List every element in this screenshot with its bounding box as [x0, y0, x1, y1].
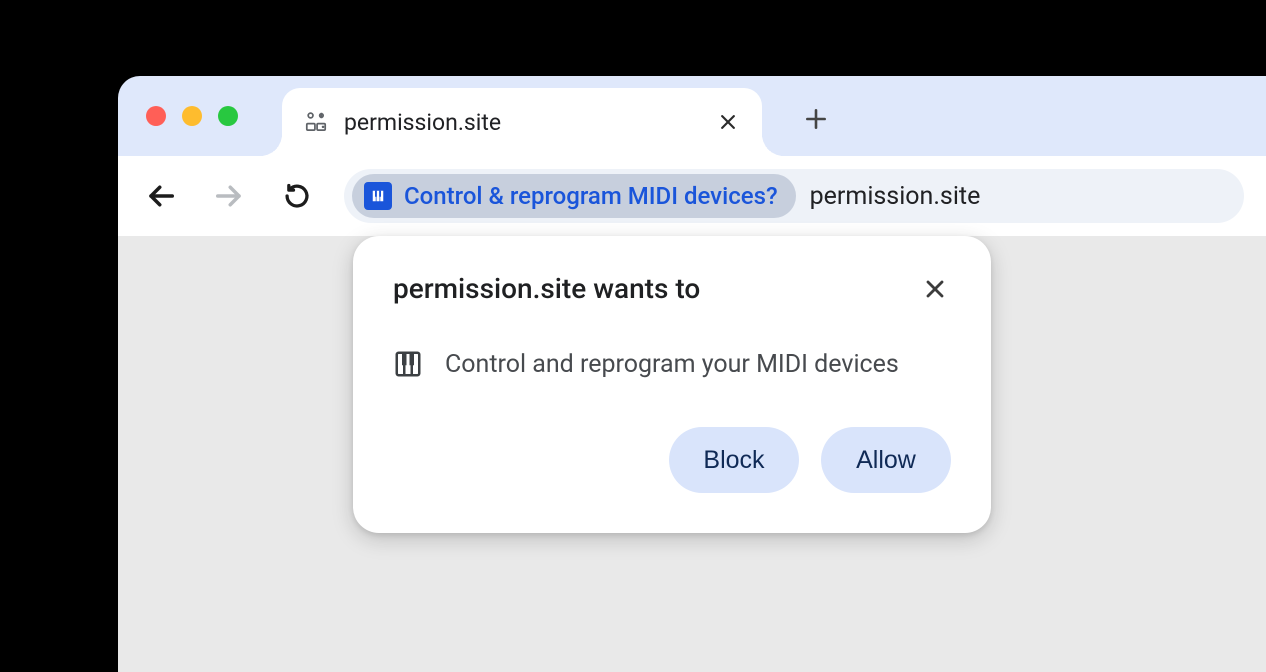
permission-prompt-title: permission.site wants to	[393, 272, 700, 305]
block-button[interactable]: Block	[669, 427, 799, 493]
new-tab-button[interactable]	[792, 95, 840, 143]
tab-title: permission.site	[344, 109, 714, 136]
address-bar[interactable]: Control & reprogram MIDI devices? permis…	[344, 169, 1244, 223]
reload-button[interactable]	[276, 175, 318, 217]
permission-row: Control and reprogram your MIDI devices	[393, 349, 951, 379]
browser-tab[interactable]: permission.site	[282, 88, 762, 156]
permissions-favicon-icon	[302, 108, 330, 136]
window-minimize-button[interactable]	[182, 106, 202, 126]
piano-icon	[393, 349, 423, 379]
allow-button[interactable]: Allow	[821, 427, 951, 493]
permission-chip-label: Control & reprogram MIDI devices?	[404, 182, 778, 210]
midi-icon	[364, 182, 392, 210]
tab-close-button[interactable]	[714, 108, 742, 136]
permission-description: Control and reprogram your MIDI devices	[445, 350, 899, 379]
permission-prompt: permission.site wants to Control and rep…	[353, 236, 991, 533]
back-button[interactable]	[140, 175, 182, 217]
address-bar-url: permission.site	[810, 182, 981, 211]
permission-actions: Block Allow	[393, 427, 951, 493]
window-controls	[146, 106, 238, 126]
permission-prompt-header: permission.site wants to	[393, 272, 951, 305]
window-close-button[interactable]	[146, 106, 166, 126]
browser-window: permission.site	[118, 76, 1266, 672]
window-fullscreen-button[interactable]	[218, 106, 238, 126]
permission-close-button[interactable]	[919, 273, 951, 305]
permission-chip[interactable]: Control & reprogram MIDI devices?	[352, 174, 796, 218]
toolbar: Control & reprogram MIDI devices? permis…	[118, 156, 1266, 236]
forward-button[interactable]	[208, 175, 250, 217]
tab-strip: permission.site	[118, 76, 1266, 156]
